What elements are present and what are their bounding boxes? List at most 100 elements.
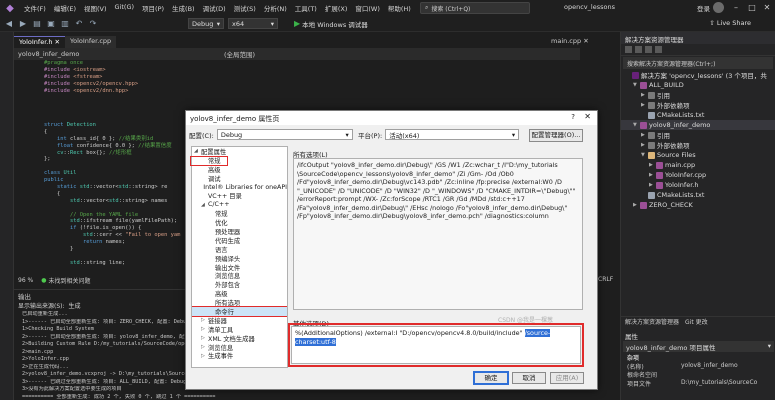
expand-caret-icon[interactable]: ▶ [641,102,648,108]
tab-git-changes[interactable]: Git 更改 [685,317,708,326]
property-tree-item[interactable]: 预处理器 [192,227,287,236]
menu-item[interactable]: 帮助(H) [384,3,415,13]
tree-item[interactable]: ▶ 外部依赖项 [621,100,775,110]
output-source-dropdown[interactable]: 生成 [69,301,81,310]
cancel-button[interactable]: 取消 [512,372,546,384]
property-tree-item[interactable]: ◢ C/C++ [192,200,287,209]
save-all-icon[interactable]: ▥ [60,19,70,29]
close-icon[interactable]: ✕ [584,112,591,121]
tree-item[interactable]: ▼ ALL_BUILD [621,80,775,90]
back-icon[interactable]: ◀ [4,19,14,29]
minimize-icon[interactable]: – [728,1,744,15]
menu-item[interactable]: 调试(D) [199,3,230,13]
property-row[interactable]: 项目文件 D:\my_tutorials\SourceCo [623,379,774,388]
property-tree-item[interactable]: ▷ 链接器 [192,316,287,324]
property-tree-item[interactable]: 浏览信息 [192,271,287,280]
property-tree-item[interactable]: ▷ 清单工具 [192,325,287,333]
solution-search-input[interactable]: 搜索解决方案资源管理器(Ctrl+;) [623,57,773,69]
tree-item[interactable]: CMakeLists.txt [621,190,775,200]
menu-item[interactable]: 测试(S) [230,3,260,13]
collapse-icon[interactable] [645,46,652,53]
menu-item[interactable]: 分析(N) [260,3,291,13]
expand-caret-icon[interactable]: ▶ [641,142,648,148]
property-row[interactable]: 杂项 [623,353,774,362]
expand-caret-icon[interactable]: ▷ [201,335,208,341]
tree-item[interactable]: ▼ yolov8_infer_demo [621,120,775,130]
property-tree-item[interactable]: ▷ 浏览信息 [192,343,287,351]
project-scope-dropdown[interactable]: yolov8_infer_demo [18,50,79,58]
menu-item[interactable]: 视图(V) [80,3,111,13]
platform-select[interactable]: 活动(x64) ▾ [385,129,520,140]
additional-options-input[interactable]: %(AdditionalOptions) /external:I "D:/ope… [288,323,584,367]
tree-item[interactable]: ▶ ZERO_CHECK [621,200,775,210]
maximize-icon[interactable]: □ [744,1,760,15]
home-icon[interactable] [625,46,632,53]
apply-button[interactable]: 应用(A) [550,372,584,384]
help-icon[interactable]: ? [571,113,575,121]
expand-caret-icon[interactable]: ▷ [201,326,208,332]
scope-dropdown[interactable]: (全局范围) [224,49,255,59]
menu-item[interactable]: 编辑(E) [50,3,80,13]
property-tree-item[interactable]: 语言 [192,245,287,254]
tree-item[interactable]: ▶ main.cpp [621,160,775,170]
property-row[interactable]: 根命名空间 [623,370,774,379]
close-icon[interactable]: ✕ [759,1,775,15]
tree-item[interactable]: ▼ Source Files [621,150,775,160]
tab-yoloinfer-cpp[interactable]: YoloInfer.cpp [64,36,117,48]
tree-item[interactable]: ▶ 引用 [621,130,775,140]
expand-caret-icon[interactable]: ▼ [641,152,648,158]
expand-caret-icon[interactable]: ▶ [649,172,656,178]
property-row[interactable]: (名称) yolov8_infer_demo [623,362,774,371]
property-tree-item[interactable]: 高级 [192,165,287,174]
refresh-icon[interactable] [635,46,642,53]
menu-item[interactable]: Git(G) [111,3,139,13]
issues-status[interactable]: 未找到相关问题 [49,276,91,285]
property-tree-item[interactable]: 命令行 [192,306,287,317]
property-tree-item[interactable]: VC++ 目录 [192,191,287,200]
property-tree-item[interactable]: 常规 [192,209,287,218]
menu-item[interactable]: 项目(P) [138,3,168,13]
close-icon[interactable]: ✕ [583,37,588,45]
property-tree-item[interactable]: 预编译头 [192,254,287,263]
property-tree-item[interactable]: 调试 [192,174,287,183]
property-tree-item[interactable]: Intel® Libraries for oneAPI [192,183,287,192]
tree-item[interactable]: CMakeLists.txt [621,110,775,120]
config-dropdown[interactable]: Debug ▾ [188,18,224,29]
expand-caret-icon[interactable]: ▷ [201,317,208,323]
property-tree-item[interactable]: ▷ XML 文档生成器 [192,334,287,342]
property-tree-item[interactable]: 代码生成 [192,236,287,245]
property-tree-item[interactable]: 输出文件 [192,263,287,272]
save-icon[interactable]: ▣ [46,19,56,29]
tab-main-cpp[interactable]: main.cpp ✕ [551,37,589,45]
tab-yoloinfer-h[interactable]: YoloInfer.h ✕ [14,36,65,48]
search-input[interactable]: ⌕ 搜索 (Ctrl+Q) [420,2,530,14]
property-tree-item[interactable]: ◢ 配置属性 [192,147,287,155]
tree-item[interactable]: ▶ YoloInfer.cpp [621,170,775,180]
tab-solution-explorer[interactable]: 解决方案资源管理器 [625,317,679,326]
new-file-icon[interactable]: ▤ [32,19,42,29]
tree-item[interactable]: 解决方案 'opencv_lessons' (3 个项目，共 [621,70,775,80]
menu-item[interactable]: 窗口(W) [351,3,384,13]
expand-caret-icon[interactable]: ◢ [194,148,201,154]
properties-object-dropdown[interactable]: yolov8_infer_demo 项目属性 ▾ [623,341,774,352]
avatar[interactable] [713,2,724,13]
redo-icon[interactable]: ↷ [88,19,98,29]
expand-caret-icon[interactable]: ◢ [201,202,208,208]
property-tree-item[interactable]: 优化 [192,218,287,227]
menu-item[interactable]: 工具(T) [291,3,321,13]
signin-link[interactable]: 登录 [697,3,710,13]
property-tree-item[interactable]: ▷ 生成事件 [192,351,287,360]
expand-caret-icon[interactable]: ▶ [649,182,656,188]
config-manager-button[interactable]: 配置管理器(O)... [529,129,583,142]
menu-item[interactable]: 扩展(X) [321,3,352,13]
platform-dropdown[interactable]: x64 ▾ [228,18,278,29]
undo-icon[interactable]: ↶ [74,19,84,29]
forward-icon[interactable]: ▶ [18,19,28,29]
expand-caret-icon[interactable]: ▼ [633,82,640,88]
zoom-level[interactable]: 96 % [18,277,33,284]
expand-caret-icon[interactable]: ▶ [633,202,640,208]
settings-icon[interactable] [655,46,662,53]
property-tree-item[interactable]: 高级 [192,289,287,298]
menu-item[interactable]: 生成(B) [168,3,199,13]
expand-caret-icon[interactable]: ▷ [201,344,208,350]
